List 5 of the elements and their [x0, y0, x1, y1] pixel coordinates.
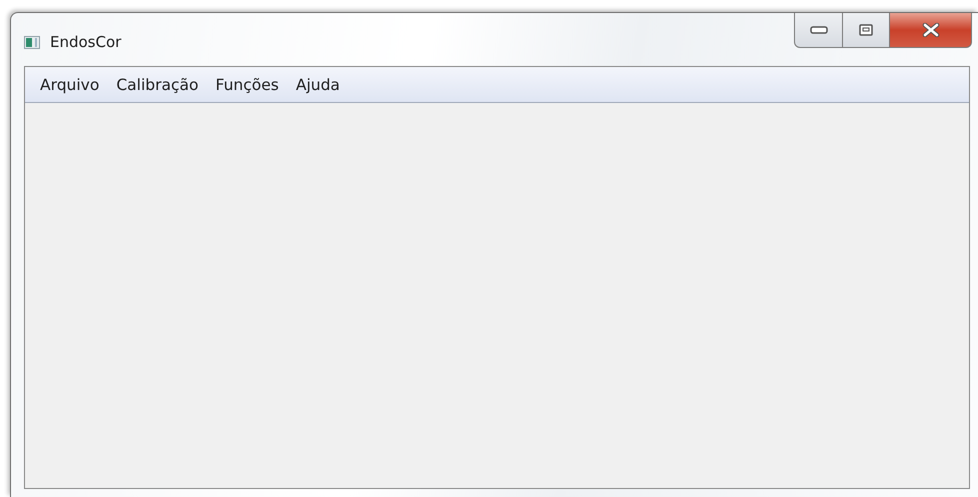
menu-item[interactable]: Calibração	[109, 74, 206, 96]
menu-item[interactable]: Ajuda	[288, 74, 347, 96]
menu-item[interactable]: Funções	[208, 74, 286, 96]
menu-item[interactable]: Arquivo	[33, 74, 106, 96]
window-title: EndosCor	[50, 33, 122, 51]
